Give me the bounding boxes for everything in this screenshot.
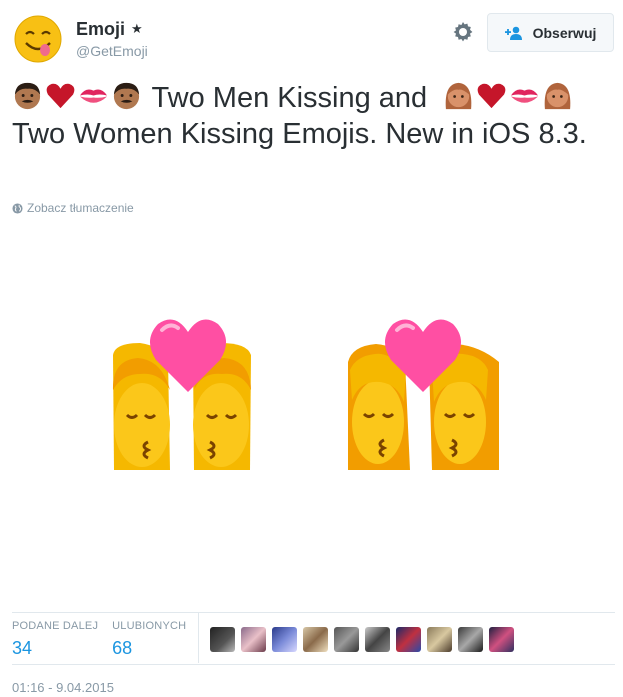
heart-icon [46, 83, 75, 109]
couple-kiss-men-emoji [112, 319, 251, 470]
woman-face-icon [445, 82, 472, 110]
kiss-lips-icon [79, 89, 108, 103]
tweet-timestamp[interactable]: 01:16 - 9.04.2015 [12, 680, 114, 695]
liker-avatar[interactable] [334, 627, 359, 652]
kiss-lips-icon [511, 89, 539, 103]
likes-stat[interactable]: ULUBIONYCH 68 [112, 620, 186, 659]
retweets-label: PODANE DALEJ [12, 620, 99, 632]
user-handle[interactable]: @GetEmoji [76, 43, 148, 59]
stats-separator [198, 613, 199, 663]
retweets-count: 34 [12, 638, 33, 658]
liker-avatar[interactable] [272, 627, 297, 652]
star-icon: ★ [131, 21, 143, 36]
man-face-icon [14, 82, 41, 110]
liker-avatar[interactable] [365, 627, 390, 652]
couple-kiss-women-emoji [348, 319, 499, 470]
tweet-stats: PODANE DALEJ 34 ULUBIONYCH 68 [12, 620, 200, 659]
translate-link[interactable]: Zobacz tłumaczenie [12, 201, 134, 215]
liker-avatar[interactable] [458, 627, 483, 652]
follow-button-label: Obserwuj [532, 24, 597, 41]
globe-icon [12, 202, 23, 214]
likers-avatars [210, 627, 520, 652]
liker-avatar[interactable] [396, 627, 421, 652]
tweet-text-line1: Two Men Kissing and [151, 82, 428, 114]
translate-label: Zobacz tłumaczenie [27, 201, 134, 215]
liker-avatar[interactable] [210, 627, 235, 652]
man-face-icon [113, 82, 140, 110]
display-name[interactable]: Emoji [76, 19, 125, 40]
likes-count: 68 [112, 638, 133, 658]
divider-top [12, 612, 615, 613]
gear-icon[interactable] [451, 20, 475, 44]
tweet-text: Two Men Kissing and Two Women Kissing Em… [12, 80, 612, 152]
divider-bottom [12, 664, 615, 665]
tweet-header: Emoji ★ @GetEmoji Obserwuj [0, 0, 623, 70]
liker-avatar[interactable] [303, 627, 328, 652]
add-user-icon [504, 26, 522, 40]
retweets-stat[interactable]: PODANE DALEJ 34 [12, 620, 98, 659]
tweet-media-image[interactable] [100, 310, 520, 480]
follow-button[interactable]: Obserwuj [487, 13, 614, 52]
user-info: Emoji ★ @GetEmoji [76, 19, 148, 59]
liker-avatar[interactable] [489, 627, 514, 652]
tweet-text-rest: Two Women Kissing Emojis. New in iOS 8.3… [12, 118, 587, 150]
liker-avatar[interactable] [241, 627, 266, 652]
heart-icon [477, 83, 506, 109]
avatar[interactable] [14, 15, 62, 63]
likes-label: ULUBIONYCH [112, 620, 187, 632]
liker-avatar[interactable] [427, 627, 452, 652]
woman-face-icon [544, 82, 571, 110]
